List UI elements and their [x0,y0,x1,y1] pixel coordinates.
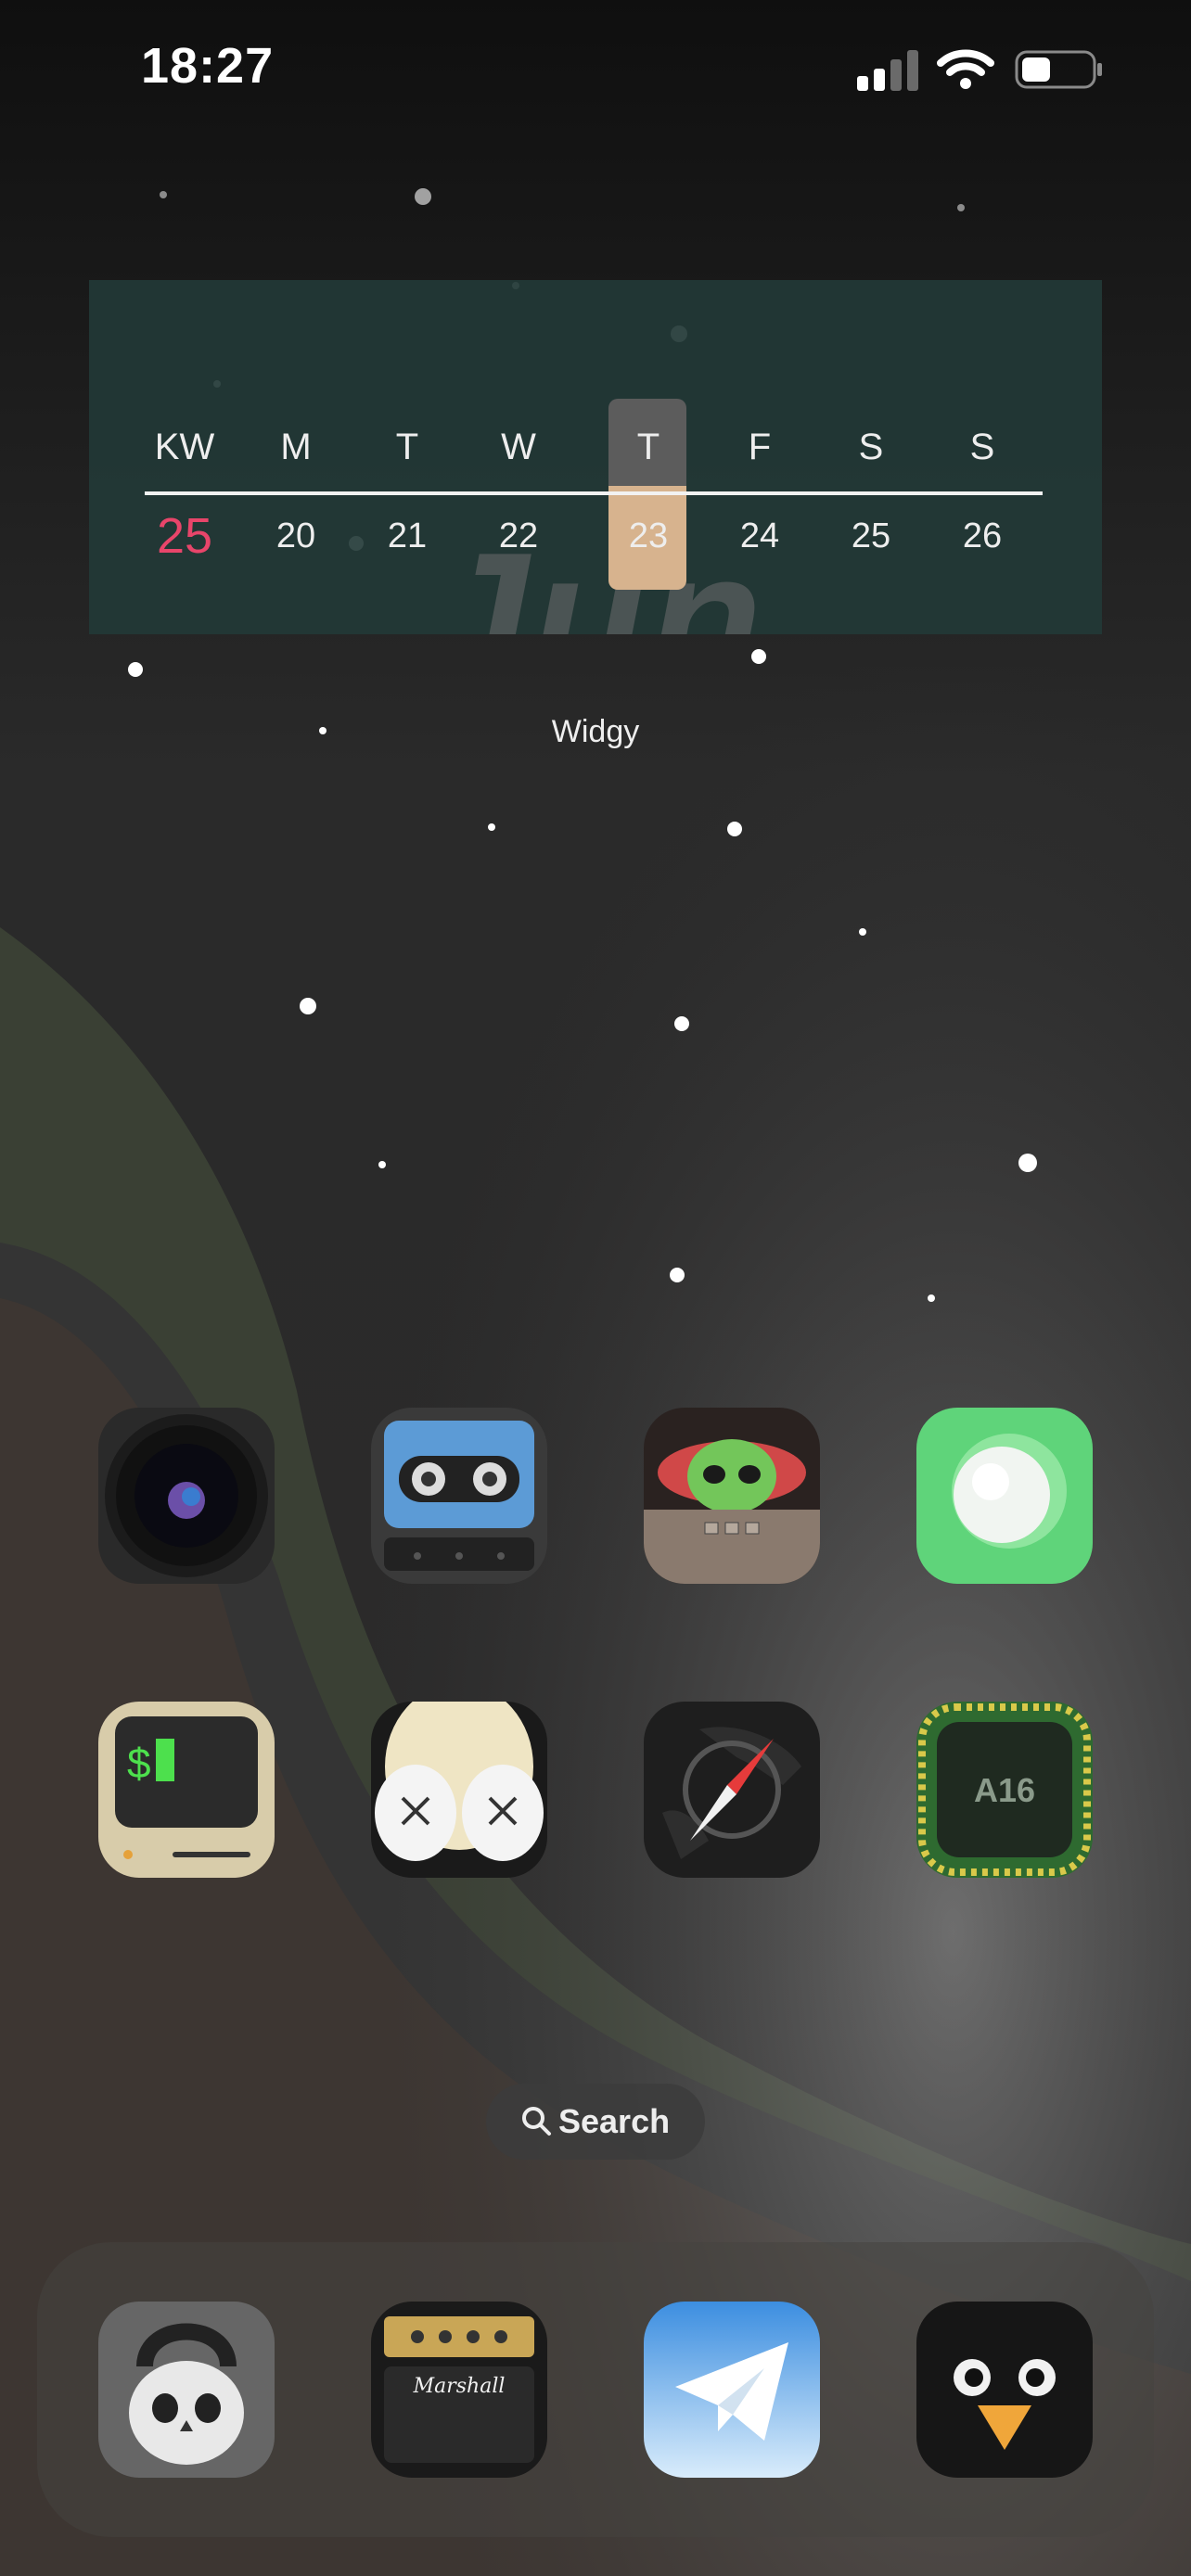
weekday-header: S [858,427,884,467]
green-orb-icon[interactable] [916,1408,1093,1584]
day-cell: 20 [275,516,316,555]
day-cell: 22 [498,516,539,555]
kaws-hands-icon[interactable] [371,1702,547,1878]
weekday-header: T [395,427,419,467]
day-row: 25 20 21 22 23 24 25 26 [145,498,1043,572]
day-cell: 26 [962,516,1003,555]
weekday-header: F [748,427,772,467]
camera-lens-icon[interactable] [98,1408,275,1584]
search-icon [522,2107,551,2136]
a16-chip-icon[interactable]: A16 [916,1702,1093,1878]
weekday-header: T [636,427,660,467]
cassette-tape-icon[interactable] [371,1408,547,1584]
weekday-header: W [501,427,536,467]
day-cell: 25 [851,516,891,555]
telegram-icon[interactable] [644,2302,820,2478]
day-cell: 24 [739,516,780,555]
svg-text:$: $ [126,1742,152,1791]
cellular-signal-icon [857,50,918,91]
search-label: Search [558,2102,671,2140]
marshall-amp-icon[interactable]: Marshall [371,2302,547,2478]
terminal-computer-icon[interactable]: $ [98,1702,275,1878]
widget-label: Widgy [551,714,640,749]
day-cell: 21 [387,516,428,555]
day-cell-today: 23 [628,516,669,555]
weekday-header: M [280,427,312,467]
weekday-header-row: KW M T W T F S S [145,410,1043,484]
week-number: 25 [156,508,213,564]
svg-text:A16: A16 [974,1771,1035,1809]
divider [145,491,1043,495]
week-column-header: KW [154,427,215,467]
wifi-icon [937,49,994,89]
weekday-header: S [969,427,995,467]
status-bar: 18:27 [0,0,1191,139]
safari-compass-icon[interactable] [644,1702,820,1878]
baby-yoda-icon[interactable] [644,1408,820,1584]
calendar-widget[interactable]: Jun KW M T W T F S S 25 20 21 22 23 24 2… [89,280,1102,634]
penguin-bird-icon[interactable] [916,2302,1093,2478]
battery-icon [1015,50,1102,89]
kettlebell-skull-icon[interactable] [98,2302,275,2478]
clock-time: 18:27 [141,38,275,94]
svg-text:Marshall: Marshall [413,2375,506,2398]
search-button[interactable]: Search [486,2084,705,2160]
